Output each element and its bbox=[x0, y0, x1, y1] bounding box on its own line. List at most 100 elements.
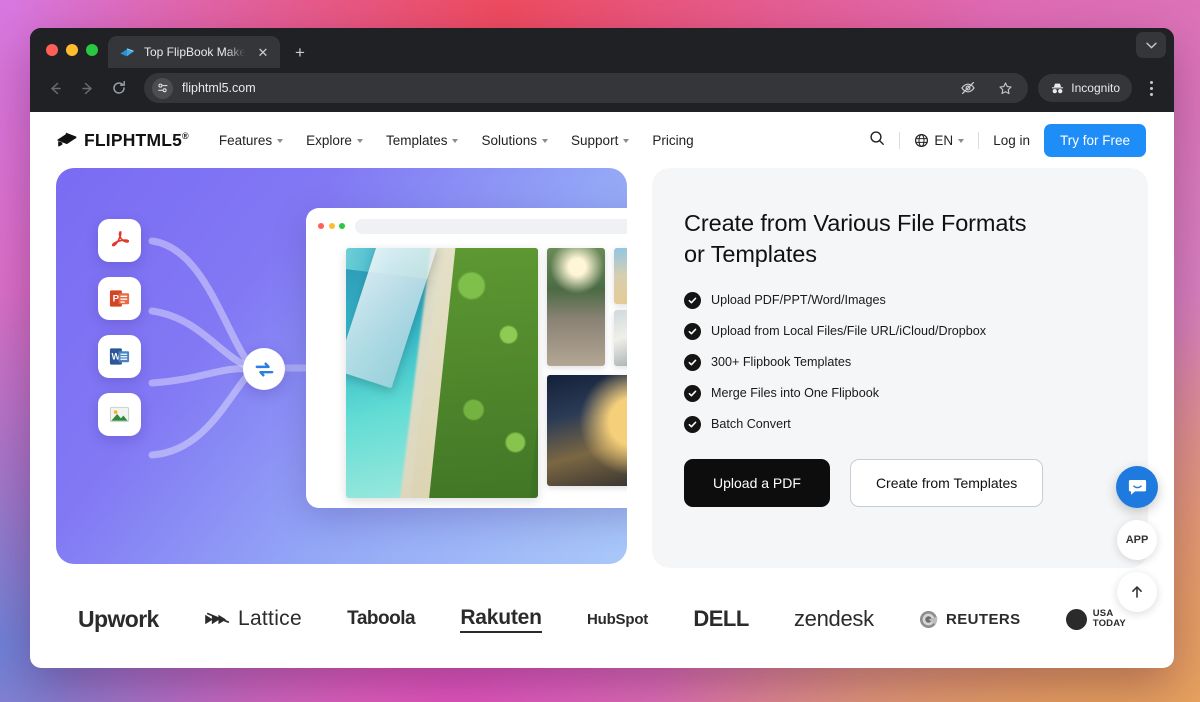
chevron-down-icon bbox=[623, 139, 630, 143]
word-file-icon: W bbox=[98, 335, 141, 378]
check-circle-icon bbox=[684, 384, 701, 402]
lattice-mark-icon bbox=[205, 612, 230, 624]
mock-window-bar bbox=[306, 208, 627, 244]
page-viewport: FLIPHTML5® Features Explore Templates So… bbox=[30, 112, 1174, 668]
night-camper-van-photo bbox=[547, 375, 627, 486]
chevron-down-icon bbox=[277, 139, 284, 143]
feature-item: Batch Convert bbox=[684, 415, 1116, 433]
nav-actions: EN Log in Try for Free bbox=[869, 123, 1146, 157]
upload-pdf-button[interactable]: Upload a PDF bbox=[684, 458, 830, 507]
usatoday-dot-icon bbox=[1065, 608, 1087, 630]
logo-rakuten: Rakuten bbox=[460, 606, 542, 633]
scroll-to-top-button[interactable] bbox=[1117, 572, 1157, 612]
incognito-icon bbox=[1052, 83, 1064, 93]
logo-hubspot: HubSpot bbox=[587, 610, 649, 628]
logo-zendesk: zendesk bbox=[793, 606, 874, 631]
close-window-button[interactable] bbox=[46, 44, 58, 56]
logo-taboola: Taboola bbox=[347, 608, 416, 629]
flipbook-preview-window bbox=[306, 208, 627, 508]
reuters-mark-icon bbox=[919, 610, 938, 628]
logo-lattice: Lattice bbox=[204, 607, 302, 631]
feature-label: Upload PDF/PPT/Word/Images bbox=[711, 293, 886, 307]
check-circle-icon bbox=[684, 322, 701, 340]
floating-widgets: APP bbox=[1116, 466, 1158, 612]
reload-button[interactable] bbox=[104, 73, 134, 103]
source-file-icons: P W bbox=[98, 219, 141, 436]
hero-content-panel: Create from Various File Formats or Temp… bbox=[652, 168, 1148, 568]
browser-tab-strip: Top FlipBook Maker & Digital Publishing … bbox=[30, 28, 1174, 68]
check-circle-icon bbox=[684, 415, 701, 433]
nav-item-features[interactable]: Features bbox=[219, 133, 284, 148]
new-tab-button[interactable]: + bbox=[286, 38, 314, 66]
address-bar-url: fliphtml5.com bbox=[182, 81, 256, 95]
feature-list: Upload PDF/PPT/Word/Images Upload from L… bbox=[684, 291, 1116, 433]
feature-item: Merge Files into One Flipbook bbox=[684, 384, 1116, 402]
eye-off-icon[interactable] bbox=[955, 75, 981, 101]
logo-upwork: Upwork bbox=[78, 605, 159, 632]
create-from-templates-button[interactable]: Create from Templates bbox=[849, 458, 1044, 507]
browser-tab-title: Top FlipBook Maker & Digital Publishing … bbox=[144, 45, 245, 59]
feature-label: 300+ Flipbook Templates bbox=[711, 355, 852, 369]
star-icon[interactable] bbox=[992, 75, 1018, 101]
nav-item-support[interactable]: Support bbox=[571, 133, 630, 148]
aerial-beach-photo bbox=[346, 248, 538, 498]
minimize-window-button[interactable] bbox=[66, 44, 78, 56]
hero-section: P W Create from Various File Formats or … bbox=[30, 168, 1174, 568]
search-icon[interactable] bbox=[869, 130, 885, 151]
close-icon[interactable]: ✕ bbox=[254, 43, 272, 61]
try-for-free-button[interactable]: Try for Free bbox=[1043, 123, 1146, 157]
chat-bubble-icon[interactable] bbox=[1116, 466, 1158, 508]
nav-item-pricing[interactable]: Pricing bbox=[652, 133, 693, 148]
nav-item-templates[interactable]: Templates bbox=[386, 133, 459, 148]
logo-lattice-text: Lattice bbox=[237, 607, 302, 630]
login-link[interactable]: Log in bbox=[993, 133, 1030, 148]
address-bar[interactable]: fliphtml5.com bbox=[144, 73, 1029, 103]
language-selector[interactable]: EN bbox=[914, 132, 965, 148]
language-label: EN bbox=[934, 132, 954, 148]
window-traffic-lights bbox=[42, 44, 108, 68]
feature-label: Merge Files into One Flipbook bbox=[711, 386, 879, 400]
sync-convert-icon bbox=[243, 348, 285, 390]
hero-illustration: P W bbox=[56, 168, 627, 564]
flipbook-pages bbox=[306, 244, 627, 498]
back-button[interactable] bbox=[40, 73, 70, 103]
nav-item-solutions[interactable]: Solutions bbox=[481, 133, 549, 148]
logo-dell: DELL bbox=[693, 606, 749, 631]
feature-label: Upload from Local Files/File URL/iCloud/… bbox=[711, 324, 987, 338]
chevron-down-icon bbox=[542, 139, 549, 143]
forward-button[interactable] bbox=[72, 73, 102, 103]
check-circle-icon bbox=[684, 353, 701, 371]
feature-label: Batch Convert bbox=[711, 417, 791, 431]
maximize-window-button[interactable] bbox=[86, 44, 98, 56]
app-download-button[interactable]: APP bbox=[1117, 520, 1157, 560]
suspension-bridge-cyclist-photo bbox=[547, 248, 605, 366]
registered-mark: ® bbox=[182, 130, 189, 141]
site-logo[interactable]: FLIPHTML5® bbox=[56, 130, 189, 151]
arrow-up-icon bbox=[1132, 586, 1142, 598]
globe-icon bbox=[915, 133, 929, 147]
feature-item: 300+ Flipbook Templates bbox=[684, 353, 1116, 371]
incognito-label: Incognito bbox=[1071, 81, 1120, 95]
coastal-town-photo bbox=[614, 310, 627, 366]
flipbook-favicon bbox=[120, 48, 134, 57]
chevron-down-icon bbox=[356, 139, 363, 143]
mock-address-bar bbox=[355, 218, 627, 234]
logo-reuters-text: REUTERS bbox=[946, 610, 1021, 628]
site-navbar: FLIPHTML5® Features Explore Templates So… bbox=[30, 112, 1174, 168]
browser-tab[interactable]: Top FlipBook Maker & Digital Publishing … bbox=[108, 36, 280, 68]
powerpoint-file-icon: P bbox=[98, 277, 141, 320]
kebab-menu-icon[interactable] bbox=[1138, 74, 1164, 102]
brand-name: FLIPHTML5® bbox=[84, 129, 189, 150]
customer-logo-strip: Upwork Lattice Taboola Rakuten HubSpot D… bbox=[30, 568, 1174, 648]
logo-reuters: REUTERS bbox=[919, 610, 1020, 629]
chevron-down-icon[interactable] bbox=[1136, 32, 1166, 58]
nav-item-explore[interactable]: Explore bbox=[306, 133, 363, 148]
sand-dune-photo bbox=[614, 248, 627, 304]
chevron-down-icon bbox=[452, 139, 459, 143]
browser-toolbar: fliphtml5.com Incognito bbox=[30, 68, 1174, 112]
incognito-indicator[interactable]: Incognito bbox=[1038, 74, 1132, 102]
feature-item: Upload PDF/PPT/Word/Images bbox=[684, 291, 1116, 309]
mock-traffic-lights bbox=[318, 223, 345, 229]
page-settings-icon[interactable] bbox=[152, 77, 173, 99]
hero-cta-row: Upload a PDF Create from Templates bbox=[684, 458, 1116, 507]
